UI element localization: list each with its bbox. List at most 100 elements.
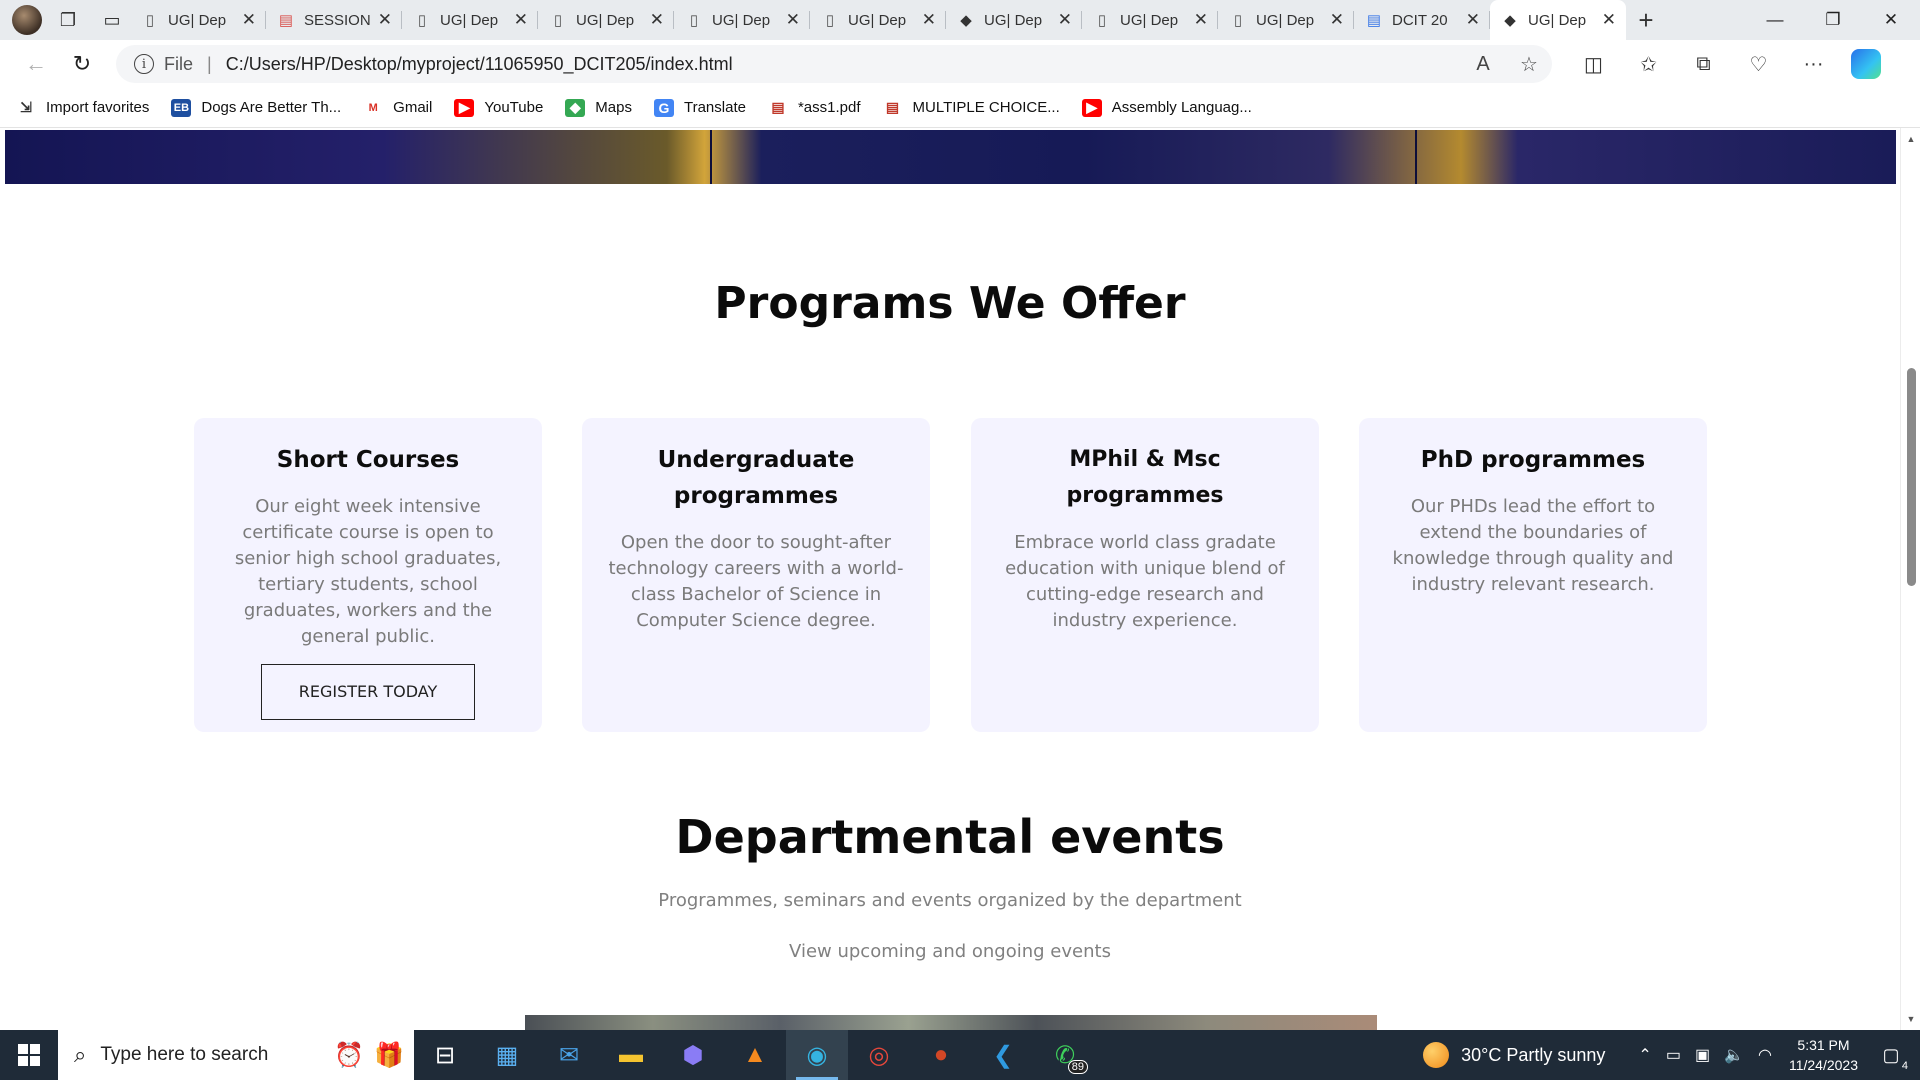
favorite-label: MULTIPLE CHOICE... xyxy=(912,99,1060,116)
back-icon[interactable]: ← xyxy=(16,44,56,84)
browser-tab[interactable]: ▯ UG| Dep ✕ xyxy=(402,0,538,40)
vlc-icon[interactable]: ▲ xyxy=(724,1030,786,1080)
task-view-icon[interactable]: ⊟ xyxy=(414,1030,476,1080)
read-aloud-icon[interactable]: A xyxy=(1460,53,1506,76)
close-window-icon[interactable]: ✕ xyxy=(1862,0,1920,40)
notifications-icon[interactable]: ▢ 4 xyxy=(1876,1040,1908,1073)
close-tab-icon[interactable]: ✕ xyxy=(242,10,256,30)
tray-icons: ⌃ ▭ ▣ 🔈 ◠ xyxy=(1631,1045,1779,1065)
collections-icon[interactable]: ⧉ xyxy=(1676,44,1731,84)
gift-icon[interactable]: 🎁 xyxy=(374,1041,404,1070)
favorite-item[interactable]: EB Dogs Are Better Th... xyxy=(171,98,342,117)
split-screen-icon[interactable]: ◫ xyxy=(1566,44,1621,84)
browser-tab[interactable]: ▯ UG| Dep ✕ xyxy=(810,0,946,40)
events-image xyxy=(525,1015,1377,1030)
clock[interactable]: 5:31 PM 11/24/2023 xyxy=(1789,1035,1858,1075)
whatsapp-icon[interactable]: ✆ 89 xyxy=(1034,1030,1096,1080)
page-icon: ▯ xyxy=(825,12,835,29)
close-tab-icon[interactable]: ✕ xyxy=(1602,10,1616,30)
clock-time: 5:31 PM xyxy=(1797,1037,1850,1053)
chrome-icon[interactable]: ◎ xyxy=(848,1030,910,1080)
restore-icon[interactable]: ❐ xyxy=(1804,0,1862,40)
file-explorer-icon[interactable]: ▬ xyxy=(600,1030,662,1080)
close-tab-icon[interactable]: ✕ xyxy=(1058,10,1072,30)
browser-tab[interactable]: ▤ SESSION ✕ xyxy=(266,0,402,40)
favorite-label: YouTube xyxy=(484,99,544,116)
favorite-item[interactable]: ⇲ Import favorites xyxy=(16,98,149,117)
program-card-title: MPhil & Msc programmes xyxy=(1066,447,1224,508)
page-icon: ▯ xyxy=(1097,12,1107,29)
hero-image xyxy=(5,130,1896,184)
start-button[interactable] xyxy=(0,1030,58,1080)
register-today-button[interactable]: REGISTER TODAY xyxy=(261,664,475,720)
close-tab-icon[interactable]: ✕ xyxy=(1330,10,1344,30)
show-hidden-icons-icon[interactable]: ⌃ xyxy=(1638,1045,1651,1065)
device-icon[interactable]: ▣ xyxy=(1695,1045,1710,1065)
volume-icon[interactable]: 🔈 xyxy=(1724,1045,1744,1065)
more-menu-icon[interactable]: ··· xyxy=(1786,44,1841,84)
site-info-icon[interactable]: i xyxy=(134,54,154,74)
events-link[interactable]: View upcoming and ongoing events xyxy=(0,941,1900,962)
address-bar[interactable]: i File | C:/Users/HP/Desktop/myproject/1… xyxy=(116,45,1552,83)
edge-icon[interactable]: ◉ xyxy=(786,1030,848,1080)
address-url[interactable]: C:/Users/HP/Desktop/myproject/11065950_D… xyxy=(226,54,733,75)
favorite-item[interactable]: ◆ Maps xyxy=(565,98,632,117)
vscode-icon[interactable]: ❮ xyxy=(972,1030,1034,1080)
close-tab-icon[interactable]: ✕ xyxy=(786,10,800,30)
scroll-down-icon[interactable]: ▼ xyxy=(1901,1010,1920,1028)
workspaces-icon[interactable]: ❐ xyxy=(50,4,86,36)
program-card-title: PhD programmes xyxy=(1420,447,1646,473)
favorite-item[interactable]: ▤ *ass1.pdf xyxy=(767,98,861,117)
browser-tab[interactable]: ▯ UG| Dep ✕ xyxy=(1218,0,1354,40)
close-tab-icon[interactable]: ✕ xyxy=(1466,10,1480,30)
favorite-star-icon[interactable]: ☆ xyxy=(1506,52,1552,77)
browser-tab[interactable]: ◆ UG| Dep ✕ xyxy=(946,0,1082,40)
tab-actions-icon[interactable]: ▭ xyxy=(94,4,130,36)
favorite-item[interactable]: G Translate xyxy=(653,98,746,117)
alarm-icon[interactable]: ⏰ xyxy=(334,1041,364,1070)
copilot-icon[interactable] xyxy=(1851,49,1881,79)
close-tab-icon[interactable]: ✕ xyxy=(922,10,936,30)
favorite-label: Dogs Are Better Th... xyxy=(201,99,342,116)
store-icon[interactable]: ▦ xyxy=(476,1030,538,1080)
favorites-icon[interactable]: ✩ xyxy=(1621,44,1676,84)
browser-tab[interactable]: ◆ UG| Dep ✕ xyxy=(1490,0,1626,40)
notifications-count: 4 xyxy=(1901,1060,1908,1072)
new-tab-button[interactable]: + xyxy=(1626,0,1666,40)
page-icon: ▯ xyxy=(689,12,699,29)
page-icon: ▯ xyxy=(553,12,563,29)
battery-icon[interactable]: ▭ xyxy=(1666,1045,1681,1065)
favorite-item[interactable]: ▶ YouTube xyxy=(454,98,544,117)
browser-essentials-icon[interactable]: ♡ xyxy=(1731,44,1786,84)
taskbar-search[interactable]: ⌕ Type here to search ⏰ 🎁 xyxy=(58,1030,414,1080)
events-heading: Departmental events xyxy=(675,810,1225,864)
minimize-icon[interactable]: — xyxy=(1746,0,1804,40)
powerpoint-icon[interactable]: ● xyxy=(910,1030,972,1080)
weather-widget[interactable]: 30°C Partly sunny xyxy=(1423,1042,1605,1068)
browser-tab[interactable]: ▯ UG| Dep ✕ xyxy=(674,0,810,40)
video-editor-icon[interactable]: ⬢ xyxy=(662,1030,724,1080)
close-tab-icon[interactable]: ✕ xyxy=(1194,10,1208,30)
favorite-item[interactable]: M Gmail xyxy=(363,98,432,117)
profile-avatar[interactable] xyxy=(12,5,42,35)
mail-icon[interactable]: ✉ xyxy=(538,1030,600,1080)
close-tab-icon[interactable]: ✕ xyxy=(378,10,392,30)
scrollbar-thumb[interactable] xyxy=(1907,368,1916,586)
close-tab-icon[interactable]: ✕ xyxy=(514,10,528,30)
weather-text: 30°C Partly sunny xyxy=(1461,1044,1606,1065)
page-scrollbar[interactable]: ▲ ▼ xyxy=(1900,128,1920,1030)
program-card-description: Embrace world class gradate education wi… xyxy=(1005,532,1285,631)
scroll-up-icon[interactable]: ▲ xyxy=(1901,130,1920,148)
browser-tab[interactable]: ▯ UG| Dep ✕ xyxy=(538,0,674,40)
toolbar-icons: ◫ ✩ ⧉ ♡ ··· xyxy=(1566,44,1841,84)
browser-tab[interactable]: ▤ DCIT 20 ✕ xyxy=(1354,0,1490,40)
browser-tab[interactable]: ▯ UG| Dep ✕ xyxy=(130,0,266,40)
taskbar: ⌕ Type here to search ⏰ 🎁 ⊟ ▦ ✉ ▬ ⬢ ▲ ◉ … xyxy=(0,1030,1920,1080)
refresh-icon[interactable]: ↻ xyxy=(62,44,102,84)
favorite-item[interactable]: ▶ Assembly Languag... xyxy=(1081,98,1252,117)
wifi-icon[interactable]: ◠ xyxy=(1758,1045,1772,1065)
close-tab-icon[interactable]: ✕ xyxy=(650,10,664,30)
browser-tab[interactable]: ▯ UG| Dep ✕ xyxy=(1082,0,1218,40)
favorite-item[interactable]: ▤ MULTIPLE CHOICE... xyxy=(882,98,1060,117)
program-card-mphil-msc: MPhil & Msc programmes Embrace world cla… xyxy=(971,418,1319,732)
